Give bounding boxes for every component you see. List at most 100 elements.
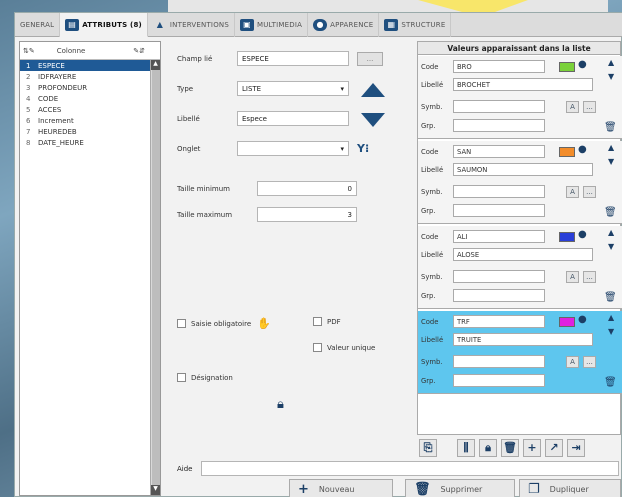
value-entry[interactable]: Code SAN ● ▲ ▼ Libellé SAUMON Symb. A... Grp. 🗑︎ [418,141,622,224]
champ-input[interactable]: ESPECE [237,51,349,66]
font-icon[interactable]: A [566,186,579,198]
column-item[interactable]: 7 HEUREDEB [20,126,160,137]
palette-icon[interactable]: ● [578,144,587,155]
saisie-obligatoire-checkbox[interactable]: Saisie obligatoire ✋ [177,317,271,330]
type-select[interactable]: LISTE ▾ [237,81,349,96]
move-down-icon[interactable]: ▼ [608,242,614,251]
taille-min-input[interactable]: 0 [257,181,357,196]
code-input[interactable]: ALI [453,230,545,243]
column-item[interactable]: 3 PROFONDEUR [20,82,160,93]
color-swatch[interactable] [559,62,575,72]
palette-icon[interactable]: ● [578,229,587,240]
symb-input[interactable] [453,185,545,198]
tab-apparence[interactable]: ● APPARENCE [308,13,380,37]
move-down-icon[interactable]: ▼ [608,157,614,166]
pdf-checkbox[interactable]: PDF [313,317,341,326]
split-icon[interactable]: ⫼ [457,439,475,457]
scroll-up-icon[interactable]: ▲ [151,60,160,70]
tab-label: GENERAL [20,21,55,29]
checkbox[interactable] [177,373,186,382]
browse-button[interactable]: ... [583,356,596,368]
tab-interventions[interactable]: ▲ INTERVENTIONS [148,13,235,37]
browse-button[interactable]: ... [583,271,596,283]
column-item[interactable]: 4 CODE [20,93,160,104]
scroll-thumb[interactable] [152,70,160,490]
supprimer-button[interactable]: 🗑︎ Supprimer [405,479,515,497]
list-scrollbar[interactable]: ▲ ▼ [150,60,160,495]
code-input[interactable]: TRF [453,315,545,328]
font-icon[interactable]: A [566,356,579,368]
grp-input[interactable] [453,374,545,387]
move-down-icon[interactable]: ▼ [608,72,614,81]
move-up-icon[interactable]: ▲ [608,143,614,152]
move-up-icon[interactable]: ▲ [608,313,614,322]
symb-input[interactable] [453,270,545,283]
champ-browse-button[interactable]: ... [357,51,383,66]
symb-input[interactable] [453,355,545,368]
browse-button[interactable]: ... [583,186,596,198]
color-swatch[interactable] [559,317,575,327]
column-item[interactable]: 5 ACCES [20,104,160,115]
value-entry[interactable]: Code TRF ● ▲ ▼ Libellé TRUITE Symb. A... Grp. 🗑︎ [418,311,622,394]
move-up-icon[interactable] [361,83,385,97]
tab-multimedia[interactable]: ▣ MULTIMEDIA [235,13,309,37]
checkbox[interactable] [313,317,322,326]
column-item[interactable]: 1 ESPECE [20,60,160,71]
libelle-input[interactable]: TRUITE [453,333,593,346]
value-entry[interactable]: Code ALI ● ▲ ▼ Libellé ALOSE Symb. A... Grp. 🗑︎ [418,226,622,309]
code-input[interactable]: SAN [453,145,545,158]
tab-general[interactable]: GENERAL [15,13,61,37]
move-down-icon[interactable] [361,113,385,127]
checkbox[interactable] [177,319,186,328]
column-item[interactable]: 8 DATE_HEURE [20,137,160,148]
grp-input[interactable] [453,289,545,302]
trash-icon[interactable]: 🗑︎ [604,377,617,388]
libelle-input[interactable]: Espece [237,111,349,126]
code-input[interactable]: BRO [453,60,545,73]
libelle-input[interactable]: ALOSE [453,248,593,261]
scroll-down-icon[interactable]: ▼ [151,485,160,495]
onglet-select[interactable]: ▾ [237,141,349,156]
lock-icon[interactable]: 🔒︎ [479,439,497,457]
column-item[interactable]: 6 Increment [20,115,160,126]
column-item[interactable]: 2 IDFRAYERE [20,71,160,82]
grp-label: Grp. [421,376,436,385]
add-icon[interactable]: + [523,439,541,457]
designation-checkbox[interactable]: Désignation [177,373,233,382]
grp-input[interactable] [453,119,545,132]
tab-attributs[interactable]: ▤ ATTRIBUTS (8) [60,13,148,37]
trash-icon[interactable]: 🗑︎ [604,207,617,218]
value-entry[interactable]: Code BRO ● ▲ ▼ Libellé BROCHET Symb. A... Grp. 🗑︎ [418,56,622,139]
sort-icon[interactable]: ⇅✎ [23,47,35,55]
color-swatch[interactable] [559,232,575,242]
font-icon[interactable]: A [566,271,579,283]
browse-button[interactable]: ... [583,101,596,113]
checkbox[interactable] [313,343,322,352]
symb-input[interactable] [453,100,545,113]
lock-icon[interactable]: 🔒︎ [277,397,284,412]
font-icon[interactable]: A [566,101,579,113]
move-up-icon[interactable]: ▲ [608,58,614,67]
trash-icon[interactable]: 🗑︎ [501,439,519,457]
trash-icon[interactable]: 🗑︎ [604,292,617,303]
filter-icon[interactable]: Y⁝ [357,142,369,155]
trash-icon[interactable]: 🗑︎ [604,122,617,133]
aide-input[interactable] [201,461,619,476]
nouveau-button[interactable]: + Nouveau [289,479,393,497]
export-icon[interactable]: ⇥ [567,439,585,457]
tools-icon[interactable]: ✎⇵ [133,47,145,55]
taille-max-input[interactable]: 3 [257,207,357,222]
color-swatch[interactable] [559,147,575,157]
tab-structure[interactable]: ▦ STRUCTURE [379,13,452,37]
dupliquer-button[interactable]: ❐ Dupliquer [519,479,621,497]
link-icon[interactable]: ⎘ [419,439,437,457]
palette-icon[interactable]: ● [578,314,587,325]
libelle-input[interactable]: SAUMON [453,163,593,176]
move-up-icon[interactable]: ▲ [608,228,614,237]
grp-input[interactable] [453,204,545,217]
arrow-icon[interactable]: ↗ [545,439,563,457]
palette-icon[interactable]: ● [578,59,587,70]
libelle-input[interactable]: BROCHET [453,78,593,91]
valeur-unique-checkbox[interactable]: Valeur unique [313,343,375,352]
move-down-icon[interactable]: ▼ [608,327,614,336]
